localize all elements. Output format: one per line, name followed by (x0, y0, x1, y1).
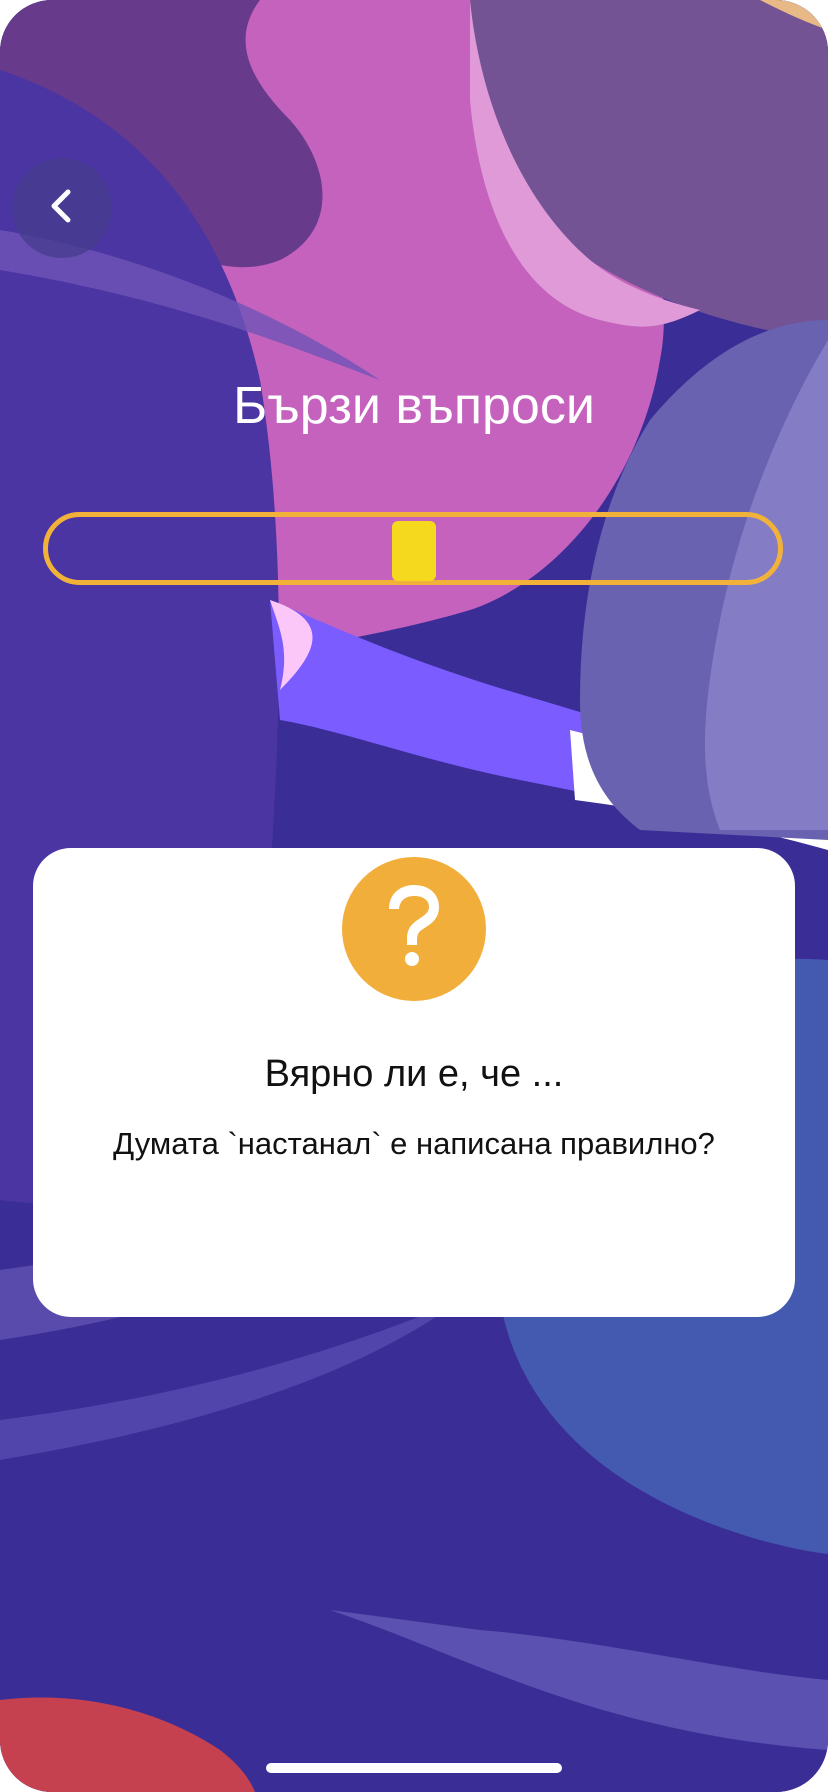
home-indicator[interactable] (266, 1763, 562, 1773)
back-button[interactable] (12, 158, 112, 258)
question-mark-icon (379, 879, 449, 980)
question-badge (342, 857, 486, 1001)
progress-indicator (392, 521, 436, 581)
chevron-left-icon (42, 186, 82, 231)
question-text: Думата `настанал` е написана правилно? (113, 1126, 715, 1161)
page-title: Бързи въпроси (233, 377, 595, 435)
quiz-screen: Бързи въпроси Вярно ли е, че ... Думата … (0, 0, 828, 1792)
question-heading: Вярно ли е, че ... (264, 1053, 564, 1095)
